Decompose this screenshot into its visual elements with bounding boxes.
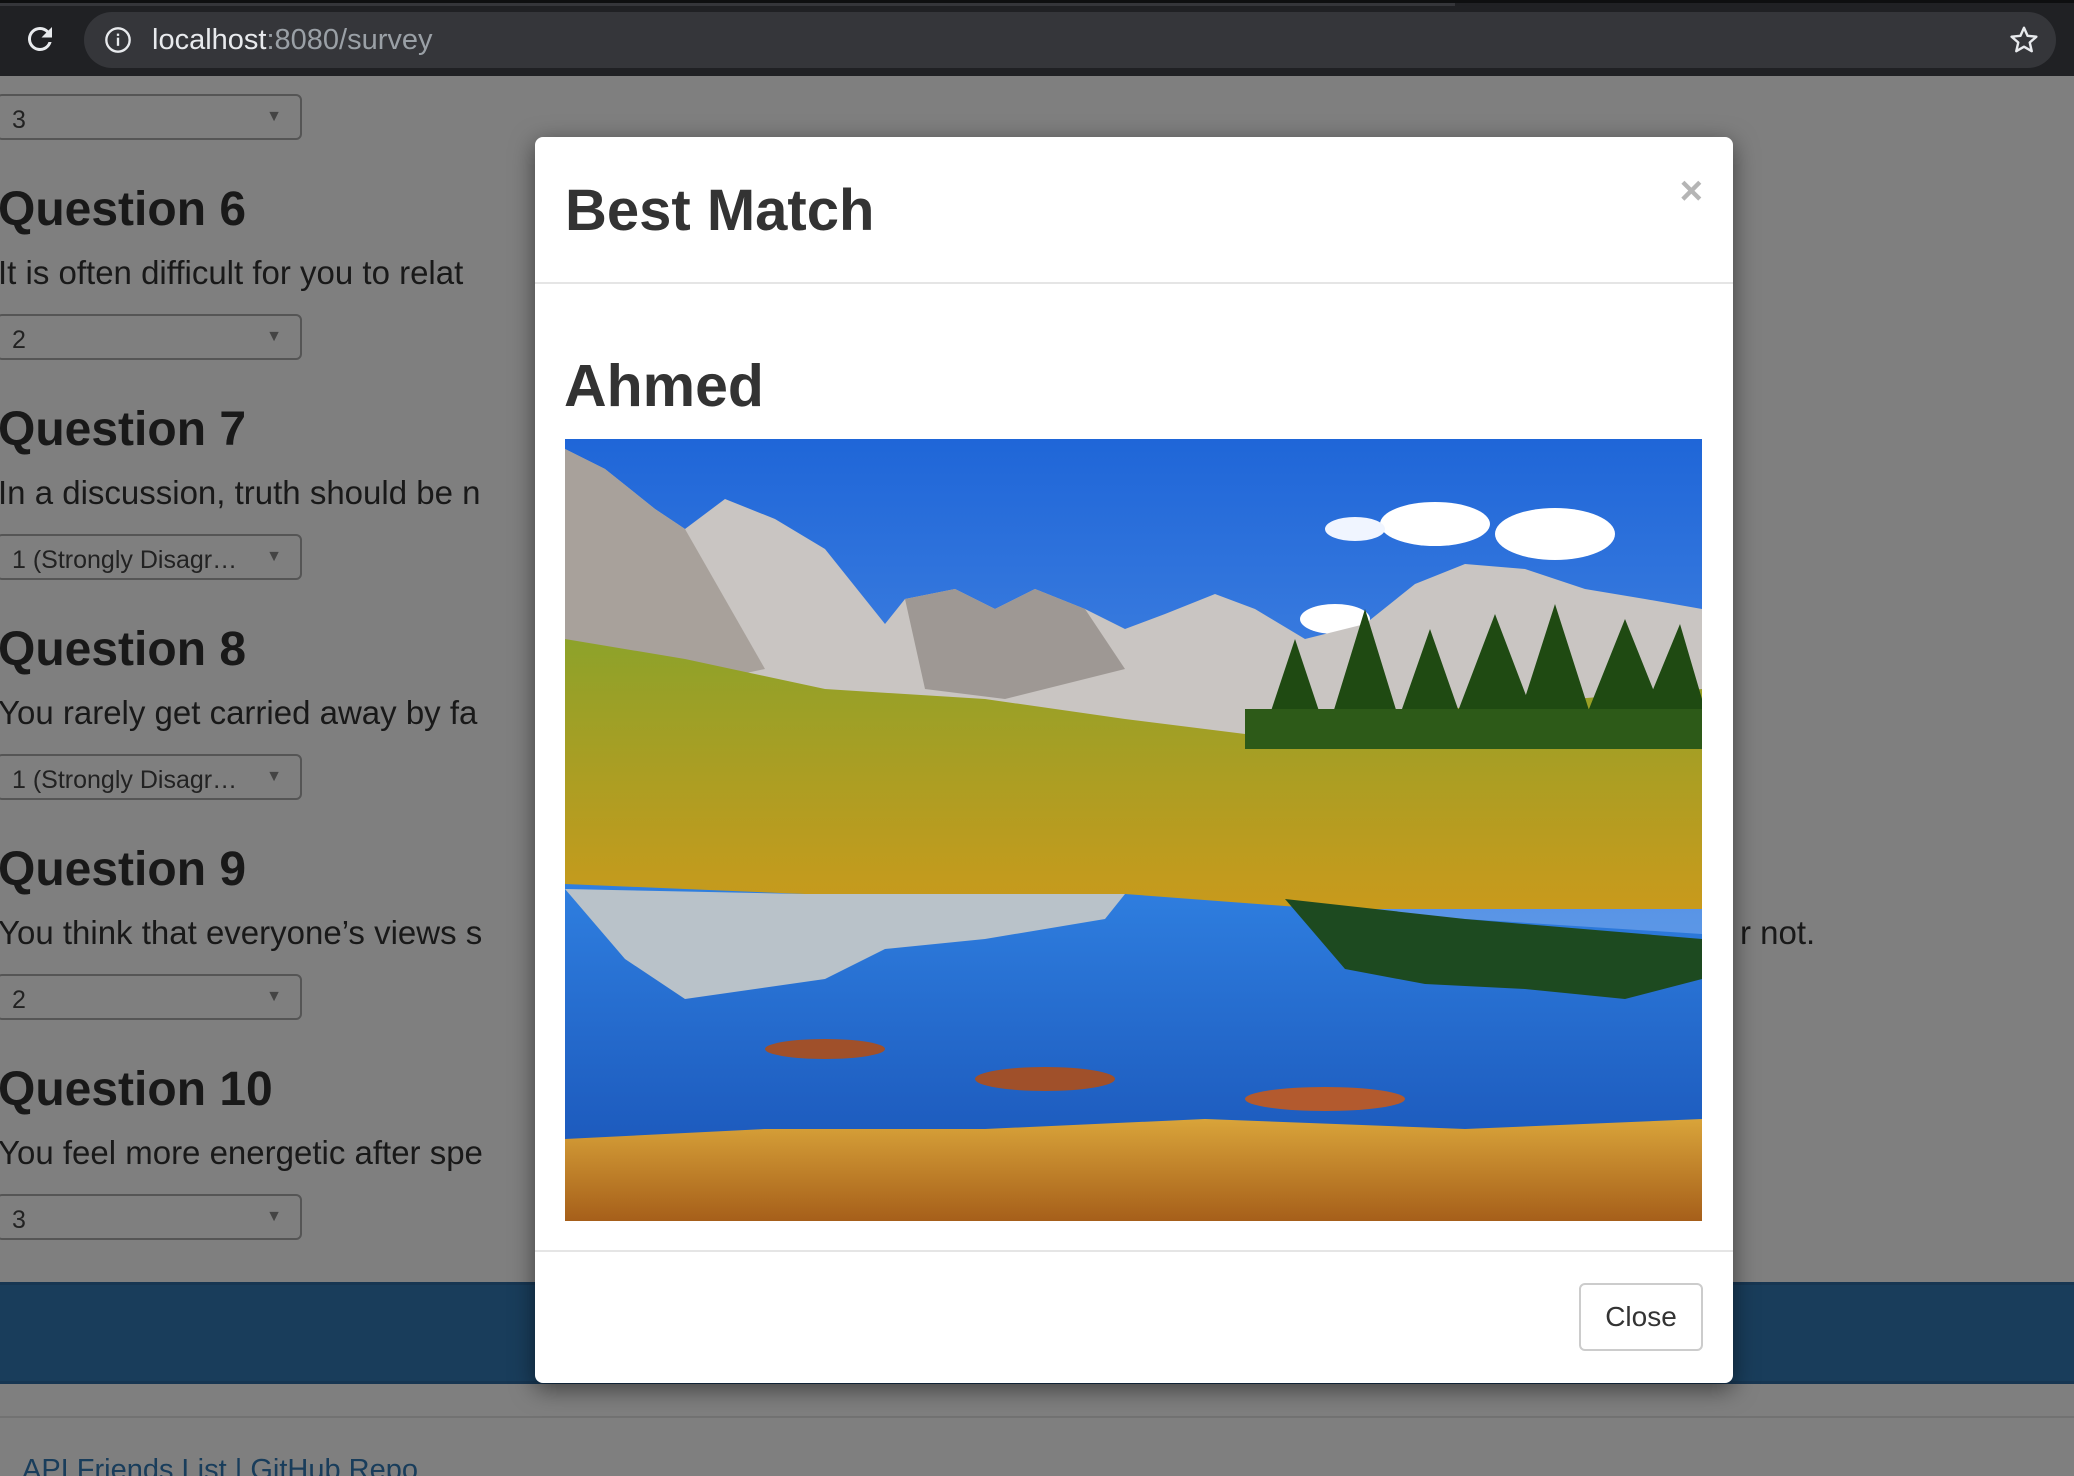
- best-match-modal: Best Match × Ahmed Close: [535, 137, 1733, 1383]
- close-button[interactable]: Close: [1579, 1283, 1703, 1351]
- site-info-icon[interactable]: [104, 26, 132, 54]
- tab-strip-edge: [0, 3, 1455, 6]
- bookmark-star-icon[interactable]: [2008, 24, 2040, 56]
- url-path: :8080/survey: [266, 24, 433, 56]
- match-photo: [565, 439, 1702, 1221]
- url-text[interactable]: localhost:8080/survey: [152, 24, 433, 57]
- url-host: localhost: [152, 24, 267, 56]
- browser-toolbar: localhost:8080/survey: [0, 0, 2074, 76]
- modal-footer-divider: [535, 1250, 1733, 1252]
- address-bar[interactable]: localhost:8080/survey: [84, 12, 2056, 68]
- modal-title: Best Match: [565, 178, 875, 243]
- close-icon[interactable]: ×: [1680, 171, 1703, 211]
- match-name: Ahmed: [564, 353, 764, 419]
- reload-icon[interactable]: [22, 21, 58, 57]
- modal-header-divider: [535, 282, 1733, 284]
